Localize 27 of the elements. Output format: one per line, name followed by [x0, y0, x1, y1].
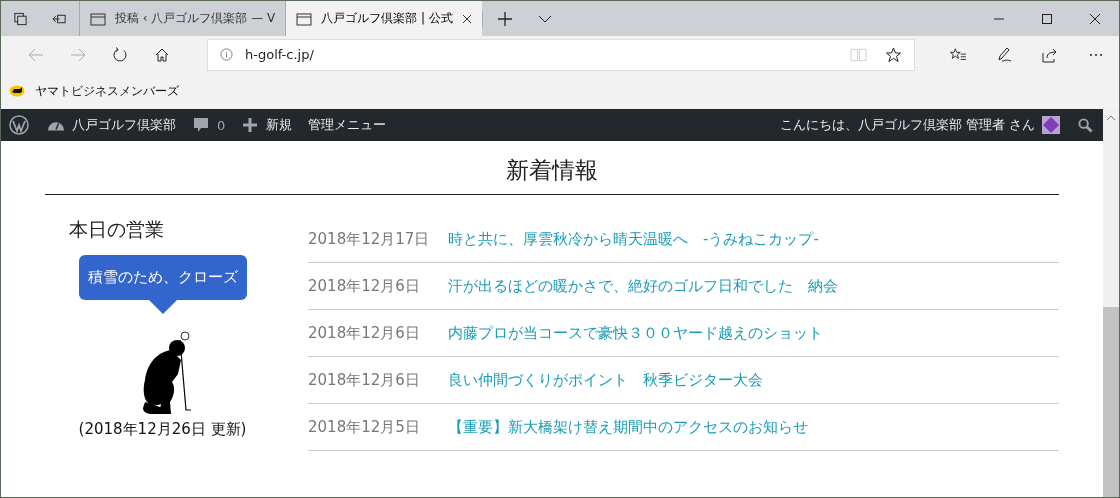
greeting-menu[interactable]: こんにちは、八戸ゴルフ倶楽部 管理者 さん: [771, 116, 1068, 134]
scrollbar-thumb[interactable]: [1103, 307, 1119, 497]
plus-icon: [241, 117, 260, 133]
admin-menu[interactable]: 管理メニュー: [300, 116, 395, 134]
news-date: 2018年12月17日: [308, 229, 431, 249]
scroll-up-icon[interactable]: [1106, 115, 1116, 121]
browser-tab[interactable]: 八戸ゴルフ倶楽部 | 公式: [285, 1, 482, 36]
news-date: 2018年12月5日: [308, 417, 421, 437]
bubble-pointer: [148, 300, 177, 314]
section-title: 新着情報: [45, 141, 1059, 195]
close-tab-icon[interactable]: [461, 13, 472, 24]
favorite-link[interactable]: ヤマトビジネスメンバーズ: [9, 82, 179, 100]
news-date: 2018年12月6日: [308, 276, 421, 296]
avatar-icon: [1042, 116, 1060, 134]
page-icon: [296, 10, 313, 27]
updated-date: (2018年12月26日 更新): [78, 420, 247, 439]
site-menu[interactable]: 八戸ゴルフ倶楽部: [39, 116, 184, 134]
page-icon: [90, 10, 106, 27]
news-date: 2018年12月6日: [308, 323, 421, 343]
address-field[interactable]: h-golf-c.jp/: [207, 38, 915, 71]
comment-icon: [192, 117, 210, 133]
comments-menu[interactable]: 0: [184, 117, 234, 133]
star-icon[interactable]: [885, 46, 902, 63]
today-heading: 本日の営業: [68, 217, 164, 242]
new-menu[interactable]: 新規: [233, 116, 301, 134]
news-date: 2018年12月6日: [308, 370, 421, 390]
cat-logo-icon: [9, 85, 25, 97]
